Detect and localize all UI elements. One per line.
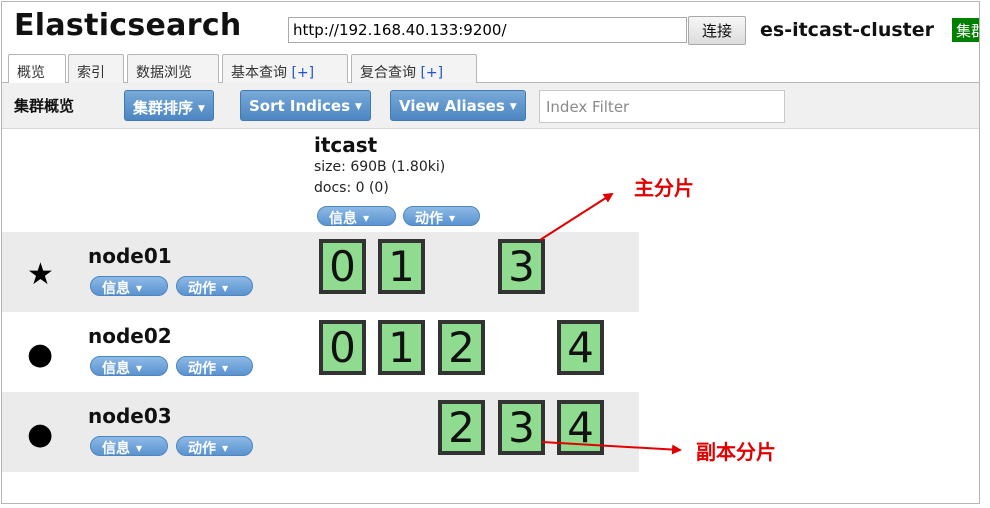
tab-label: 概览 xyxy=(17,65,45,81)
index-info-button[interactable]: 信息 ▼ xyxy=(317,206,396,227)
shard-primary[interactable]: 3 xyxy=(498,239,545,294)
tab-plus: [+] xyxy=(291,65,315,81)
node-info-button[interactable]: 信息 ▼ xyxy=(90,436,168,457)
caret-down-icon: ▼ xyxy=(198,104,205,114)
index-size: size: 690B (1.80ki) xyxy=(314,159,446,175)
shard-primary[interactable]: 4 xyxy=(557,320,604,375)
app-window: Elasticsearch 连接 es-itcast-cluster 集群健康值… xyxy=(1,1,980,504)
tab-overview[interactable]: 概览 xyxy=(8,54,66,84)
shard-replica[interactable]: 0 xyxy=(319,320,366,375)
shard-primary[interactable]: 2 xyxy=(438,320,485,375)
tab-basic-query[interactable]: 基本查询 [+] xyxy=(222,54,348,83)
shard-primary[interactable]: 0 xyxy=(319,239,366,294)
tab-label: 基本查询 xyxy=(231,65,292,81)
node-circle-icon: ● xyxy=(27,337,54,372)
tab-label: 索引 xyxy=(77,65,105,81)
master-star-icon: ★ xyxy=(27,257,54,292)
node-info-button[interactable]: 信息 ▼ xyxy=(90,356,168,377)
caret-down-icon: ▼ xyxy=(136,444,143,453)
sort-indices-button[interactable]: Sort Indices ▼ xyxy=(240,90,371,121)
tab-bar: 概览 索引 数据浏览 基本查询 [+] 复合查询 [+] xyxy=(2,54,979,84)
button-label: 动作 xyxy=(188,441,216,457)
button-label: 动作 xyxy=(188,281,216,297)
node-info-button[interactable]: 信息 ▼ xyxy=(90,276,168,297)
button-label: 动作 xyxy=(415,211,443,227)
index-name: itcast xyxy=(314,133,378,157)
shard-primary[interactable]: 1 xyxy=(378,239,425,294)
shard-replica[interactable]: 4 xyxy=(557,400,604,455)
index-filter-input[interactable] xyxy=(539,90,785,123)
view-aliases-button[interactable]: View Aliases ▼ xyxy=(390,90,526,121)
button-label: View Aliases xyxy=(399,97,505,115)
caret-down-icon: ▼ xyxy=(136,364,143,373)
node-circle-icon: ● xyxy=(27,417,54,452)
node-action-button[interactable]: 动作 ▼ xyxy=(176,356,253,377)
caret-down-icon: ▼ xyxy=(449,214,456,223)
node-action-button[interactable]: 动作 ▼ xyxy=(176,276,253,297)
index-action-button[interactable]: 动作 ▼ xyxy=(403,206,480,227)
button-label: 集群排序 xyxy=(133,99,194,117)
shard-replica[interactable]: 3 xyxy=(498,400,545,455)
button-label: 信息 xyxy=(329,211,357,227)
tab-browser[interactable]: 数据浏览 xyxy=(127,54,219,83)
caret-down-icon: ▼ xyxy=(509,102,517,112)
caret-down-icon: ▼ xyxy=(222,284,229,293)
app-title: Elasticsearch xyxy=(14,8,242,43)
annotation-replica-shard: 副本分片 xyxy=(696,440,776,464)
annotation-primary-shard: 主分片 xyxy=(634,176,694,200)
tab-label: 复合查询 xyxy=(360,65,421,81)
node-name: node03 xyxy=(88,404,172,428)
toolbar-title: 集群概览 xyxy=(14,97,75,115)
button-label: 信息 xyxy=(102,281,130,297)
header: Elasticsearch 连接 es-itcast-cluster 集群健康值 xyxy=(2,2,979,50)
node-row-node02: ● node02 信息 ▼ 动作 ▼ 0 1 2 4 xyxy=(2,312,639,392)
shard-replica[interactable]: 2 xyxy=(438,400,485,455)
tab-indices[interactable]: 索引 xyxy=(68,54,124,83)
tab-compound-query[interactable]: 复合查询 [+] xyxy=(351,54,477,83)
caret-down-icon: ▼ xyxy=(136,284,143,293)
shard-replica[interactable]: 1 xyxy=(378,320,425,375)
node-action-button[interactable]: 动作 ▼ xyxy=(176,436,253,457)
node-name: node02 xyxy=(88,324,172,348)
connect-button[interactable]: 连接 xyxy=(688,16,746,45)
cluster-name: es-itcast-cluster xyxy=(760,19,934,41)
caret-down-icon: ▼ xyxy=(222,444,229,453)
node-name: node01 xyxy=(88,244,172,268)
cluster-sort-button[interactable]: 集群排序 ▼ xyxy=(124,90,214,121)
node-row-node01: ★ node01 信息 ▼ 动作 ▼ 0 1 3 xyxy=(2,232,639,312)
toolbar: 集群概览 集群排序 ▼ Sort Indices ▼ View Aliases ▼ xyxy=(2,83,979,129)
button-label: Sort Indices xyxy=(249,97,351,115)
caret-down-icon: ▼ xyxy=(222,364,229,373)
cluster-health-badge: 集群健康值 xyxy=(952,18,979,42)
button-label: 信息 xyxy=(102,441,130,457)
caret-down-icon: ▼ xyxy=(355,102,362,112)
tab-label: 数据浏览 xyxy=(136,65,192,81)
tab-plus: [+] xyxy=(420,65,444,81)
url-input[interactable] xyxy=(288,17,687,43)
caret-down-icon: ▼ xyxy=(363,214,370,223)
node-row-node03: ● node03 信息 ▼ 动作 ▼ 2 3 4 xyxy=(2,392,639,472)
index-docs: docs: 0 (0) xyxy=(314,180,389,196)
button-label: 信息 xyxy=(102,361,130,377)
button-label: 动作 xyxy=(188,361,216,377)
